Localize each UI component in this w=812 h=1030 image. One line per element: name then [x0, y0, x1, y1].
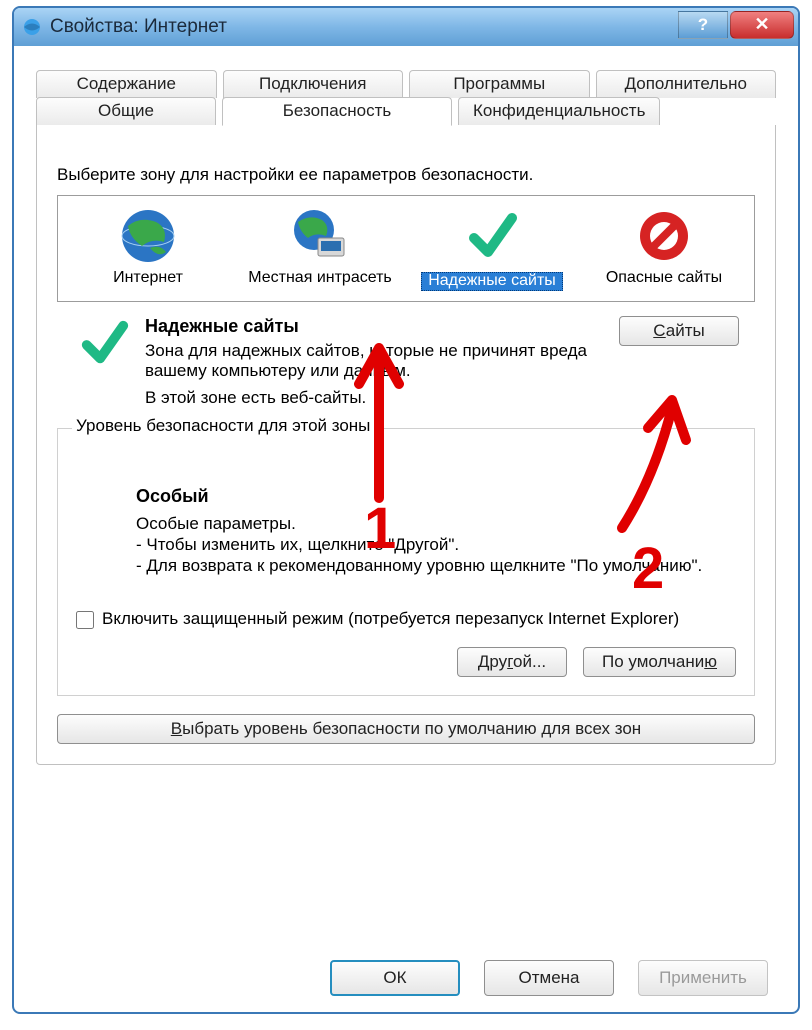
- cancel-button[interactable]: Отмена: [484, 960, 614, 996]
- protected-mode-checkbox[interactable]: [76, 611, 94, 629]
- zone-intranet[interactable]: Местная интрасеть: [234, 202, 406, 297]
- custom-level-button[interactable]: Другой...: [457, 647, 567, 677]
- tab-panel: Выберите зону для настройки ее параметро…: [36, 125, 776, 765]
- intranet-icon: [290, 206, 350, 266]
- tab-general[interactable]: Общие: [36, 97, 216, 125]
- tab-content[interactable]: Содержание: [36, 70, 217, 98]
- tab-security[interactable]: Безопасность: [222, 97, 452, 126]
- zone-caption: Выберите зону для настройки ее параметро…: [57, 165, 755, 185]
- zone-internet[interactable]: Интернет: [62, 202, 234, 297]
- tab-programs[interactable]: Программы: [409, 70, 590, 98]
- tab-privacy[interactable]: Конфиденциальность: [458, 97, 660, 125]
- tab-connections[interactable]: Подключения: [223, 70, 404, 98]
- apply-button[interactable]: Применить: [638, 960, 768, 996]
- zone-label: Надежные сайты: [421, 272, 563, 291]
- zone-desc-body: Зона для надежных сайтов, которые не при…: [145, 341, 599, 382]
- zone-label: Интернет: [64, 270, 232, 287]
- level-line1: Особые параметры.: [136, 513, 726, 534]
- app-icon: [22, 17, 42, 37]
- security-level-group: Уровень безопасности для этой зоны Особы…: [57, 428, 755, 696]
- reset-all-zones-button[interactable]: Выбрать уровень безопасности по умолчани…: [57, 714, 755, 744]
- sites-btn-text: айты: [666, 321, 705, 340]
- dialog-window: Свойства: Интернет ? ✕ Содержание Подклю…: [12, 6, 800, 1014]
- close-icon: ✕: [754, 14, 769, 35]
- titlebar[interactable]: Свойства: Интернет ? ✕: [14, 8, 798, 46]
- zone-label: Местная интрасеть: [236, 270, 404, 287]
- globe-icon: [118, 206, 178, 266]
- dialog-footer: ОК Отмена Применить: [14, 960, 798, 996]
- prohibit-icon: [634, 206, 694, 266]
- level-line2: - Чтобы изменить их, щелкните "Другой".: [136, 534, 726, 555]
- checkmark-icon: [77, 316, 131, 370]
- zone-desc-title: Надежные сайты: [145, 316, 599, 337]
- zone-restricted[interactable]: Опасные сайты: [578, 202, 750, 297]
- close-button[interactable]: ✕: [730, 11, 794, 39]
- level-title: Особый: [136, 486, 726, 507]
- zone-desc-note: В этой зоне есть веб-сайты.: [145, 388, 599, 408]
- zone-description-row: Надежные сайты Зона для надежных сайтов,…: [57, 302, 755, 416]
- tab-row-top: Содержание Подключения Программы Дополни…: [36, 70, 776, 98]
- level-line3: - Для возврата к рекомендованному уровню…: [136, 555, 726, 576]
- group-title: Уровень безопасности для этой зоны: [72, 416, 374, 436]
- zone-trusted[interactable]: Надежные сайты: [406, 202, 578, 297]
- zone-label: Опасные сайты: [580, 270, 748, 287]
- question-icon: ?: [698, 15, 708, 35]
- help-button[interactable]: ?: [678, 11, 728, 39]
- window-title: Свойства: Интернет: [50, 16, 227, 38]
- ok-button[interactable]: ОК: [330, 960, 460, 996]
- default-level-button[interactable]: По умолчанию: [583, 647, 736, 677]
- sites-button[interactable]: Сайты: [619, 316, 739, 346]
- tab-advanced[interactable]: Дополнительно: [596, 70, 777, 98]
- zone-list: Интернет Местная интрасеть Надежные сайт…: [57, 195, 755, 302]
- protected-mode-row[interactable]: Включить защищенный режим (потребуется п…: [76, 609, 736, 629]
- tab-row-bottom: Общие Безопасность Конфиденциальность: [36, 97, 776, 125]
- protected-mode-label: Включить защищенный режим (потребуется п…: [102, 609, 679, 629]
- checkmark-icon: [462, 206, 522, 266]
